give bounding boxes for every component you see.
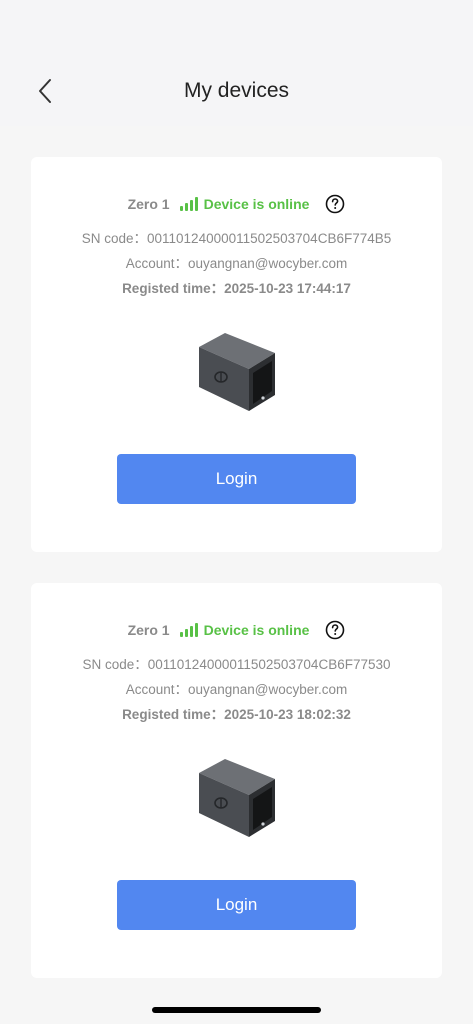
device-model: Zero 1 bbox=[127, 622, 170, 638]
login-button[interactable]: Login bbox=[117, 880, 356, 930]
help-icon[interactable] bbox=[325, 620, 345, 640]
status-badge: Device is online bbox=[203, 196, 310, 212]
home-indicator[interactable] bbox=[152, 1007, 321, 1013]
page-title: My devices bbox=[183, 79, 290, 102]
registered-time: Registed time：2025-10-23 17:44:17 bbox=[122, 281, 351, 296]
account: Account：ouyangnan@wocyber.com bbox=[125, 682, 348, 697]
sn-code: SN code：00110124000011502503704CB6F77530 bbox=[82, 657, 391, 672]
account: Account：ouyangnan@wocyber.com bbox=[125, 256, 348, 271]
device-image bbox=[199, 333, 275, 411]
status-badge: Device is online bbox=[203, 622, 310, 638]
signal-icon bbox=[179, 623, 198, 637]
header-bar: My devices bbox=[0, 0, 473, 126]
device-image bbox=[199, 759, 275, 837]
device-model: Zero 1 bbox=[127, 196, 170, 212]
registered-time: Registed time：2025-10-23 18:02:32 bbox=[122, 707, 351, 722]
device-card: Zero 1 Device is online SN code：00110124… bbox=[31, 583, 442, 978]
status-row: Zero 1 Device is online bbox=[31, 193, 442, 215]
sn-code: SN code：00110124000011502503704CB6F774B5 bbox=[81, 231, 392, 246]
signal-icon bbox=[179, 197, 198, 211]
status-row: Zero 1 Device is online bbox=[31, 619, 442, 641]
device-card: Zero 1 Device is online SN code：00110124… bbox=[31, 157, 442, 552]
login-button[interactable]: Login bbox=[117, 454, 356, 504]
help-icon[interactable] bbox=[325, 194, 345, 214]
